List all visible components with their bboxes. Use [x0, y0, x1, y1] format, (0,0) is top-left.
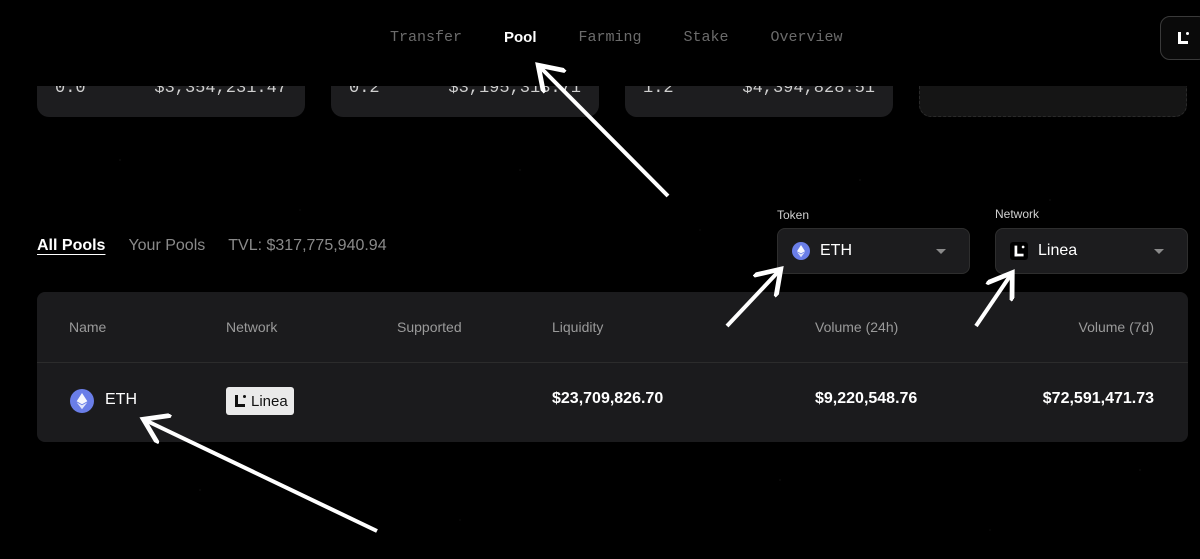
tab-your-pools[interactable]: Your Pools	[128, 237, 205, 255]
row-liquidity: $23,709,826.70	[552, 390, 664, 407]
network-select-value: Linea	[1038, 242, 1078, 259]
header-supported: Supported	[397, 319, 462, 335]
eth-icon	[70, 389, 94, 413]
network-badge-label: Linea	[251, 392, 288, 410]
chevron-down-icon	[936, 249, 946, 254]
nav-transfer[interactable]: Transfer	[390, 29, 462, 46]
row-volume-24h: $9,220,548.76	[815, 390, 918, 407]
nav-stake[interactable]: Stake	[684, 29, 729, 46]
nav-overview[interactable]: Overview	[771, 29, 843, 46]
table-row[interactable]: ETH Linea $23,709,826.70 $9,220,548.76 $…	[37, 363, 1188, 441]
token-select-value: ETH	[820, 242, 852, 259]
token-filter-label: Token	[777, 208, 810, 222]
top-nav: Transfer Pool Farming Stake Overview	[0, 0, 1200, 86]
pools-table: Name Network Supported Liquidity Volume …	[37, 292, 1188, 442]
network-select[interactable]: Linea	[995, 228, 1188, 274]
tab-all-pools[interactable]: All Pools	[37, 237, 105, 255]
header-name: Name	[69, 319, 107, 335]
header-volume-7d: Volume (7d)	[1078, 319, 1154, 335]
network-switch-button[interactable]	[1160, 16, 1200, 60]
linea-icon	[1010, 242, 1028, 260]
nav-pool[interactable]: Pool	[504, 29, 537, 46]
pool-tabs: All Pools Your Pools TVL: $317,775,940.9…	[37, 237, 387, 255]
chevron-down-icon	[1154, 249, 1164, 254]
linea-icon	[1178, 32, 1189, 44]
header-liquidity: Liquidity	[552, 319, 604, 335]
row-token-name: ETH	[105, 391, 137, 408]
table-header: Name Network Supported Liquidity Volume …	[37, 292, 1188, 363]
row-volume-7d: $72,591,471.73	[1042, 390, 1154, 407]
header-network: Network	[226, 319, 278, 335]
eth-icon	[792, 242, 810, 260]
token-select[interactable]: ETH	[777, 228, 970, 274]
header-volume-24h: Volume (24h)	[815, 319, 899, 335]
network-filter-label: Network	[995, 207, 1040, 221]
nav-farming[interactable]: Farming	[579, 29, 642, 46]
network-badge: Linea	[226, 387, 294, 415]
linea-icon	[235, 395, 246, 407]
tvl-value: TVL: $317,775,940.94	[228, 237, 387, 254]
nav-links: Transfer Pool Farming Stake Overview	[390, 29, 885, 46]
